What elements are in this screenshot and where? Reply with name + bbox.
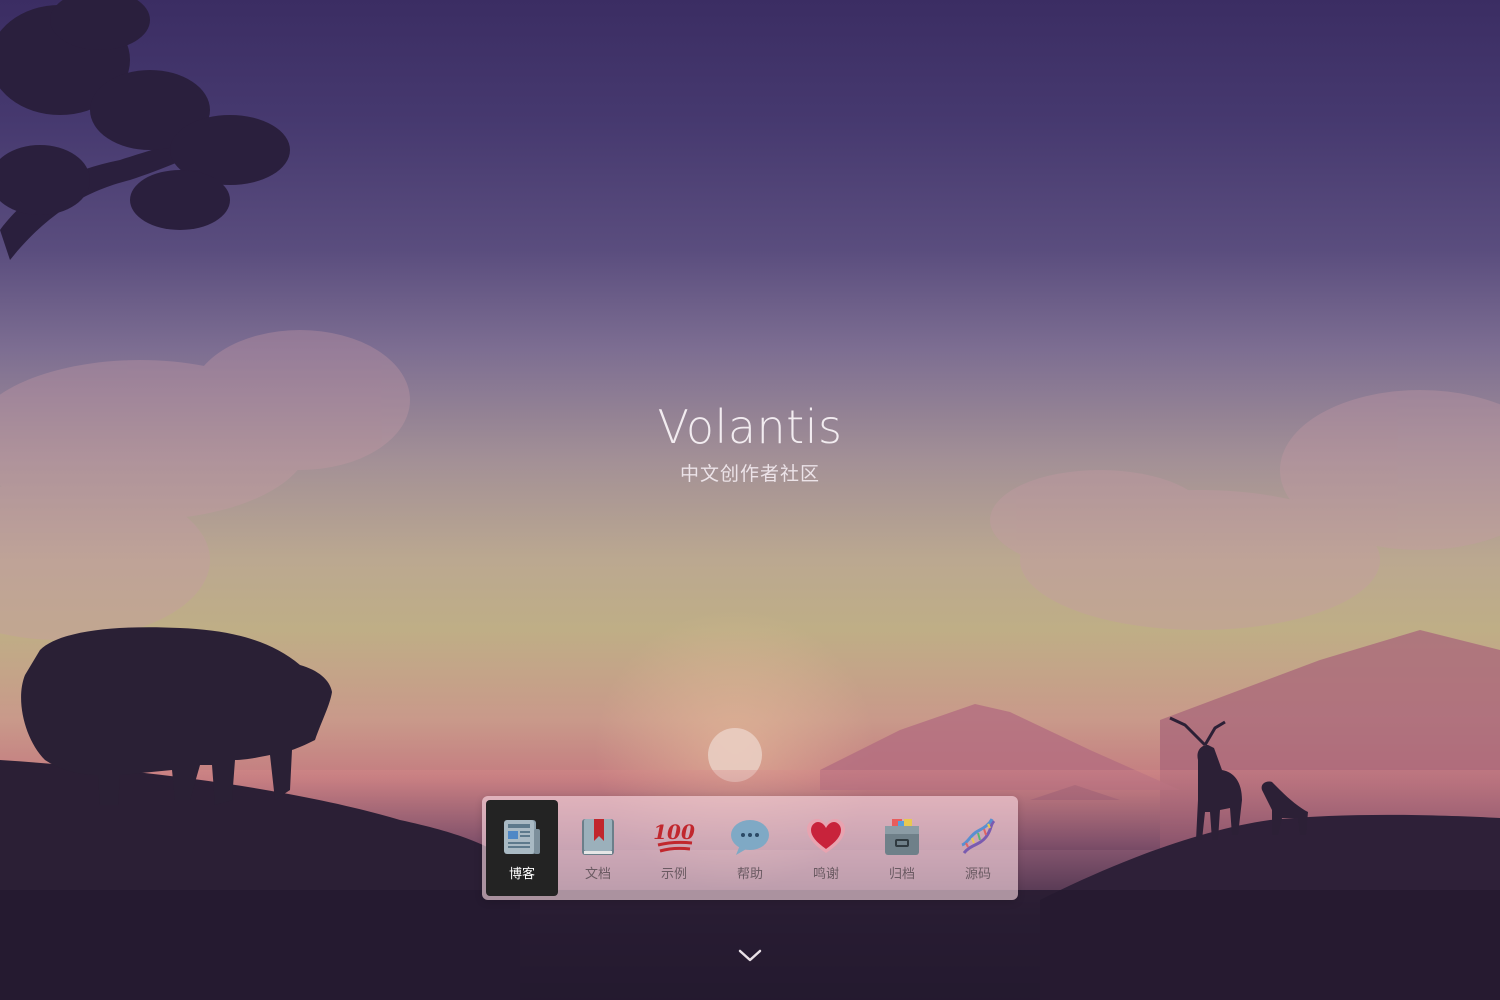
menu-item-label: 归档	[888, 866, 915, 882]
menu-item-docs[interactable]: 文档	[562, 800, 634, 896]
menu-item-label: 文档	[584, 866, 611, 882]
menu-item-examples[interactable]: 100 示例	[638, 800, 710, 896]
menu-item-thanks[interactable]: 鸣谢	[790, 800, 862, 896]
main-nav-menu: 博客 文档 100 示例 帮助 鸣谢 归档 源码	[482, 796, 1018, 900]
menu-item-label: 鸣谢	[812, 866, 839, 882]
speech-bubble-icon	[731, 819, 769, 855]
menu-item-blog[interactable]: 博客	[486, 800, 558, 896]
book-bookmark-icon	[582, 818, 614, 855]
menu-item-label: 博客	[508, 866, 535, 882]
tree-silhouette	[0, 0, 290, 260]
card-file-box-icon	[885, 818, 919, 855]
menu-item-archive[interactable]: 归档	[866, 800, 938, 896]
hero: Volantis 中文创作者社区	[0, 395, 1500, 486]
site-title: Volantis	[657, 400, 843, 454]
site-subtitle: 中文创作者社区	[679, 463, 820, 485]
hundred-points-icon: 100	[653, 820, 695, 852]
menu-item-label: 源码	[964, 866, 991, 882]
dna-icon	[961, 817, 996, 854]
newspaper-icon	[504, 819, 540, 854]
menu-item-help[interactable]: 帮助	[714, 800, 786, 896]
heart-icon	[807, 818, 845, 853]
svg-text:100: 100	[653, 820, 695, 844]
menu-item-label: 帮助	[736, 866, 763, 882]
menu-item-source[interactable]: 源码	[942, 800, 1014, 896]
chevron-down-icon[interactable]	[735, 942, 765, 970]
menu-item-label: 示例	[660, 866, 687, 882]
